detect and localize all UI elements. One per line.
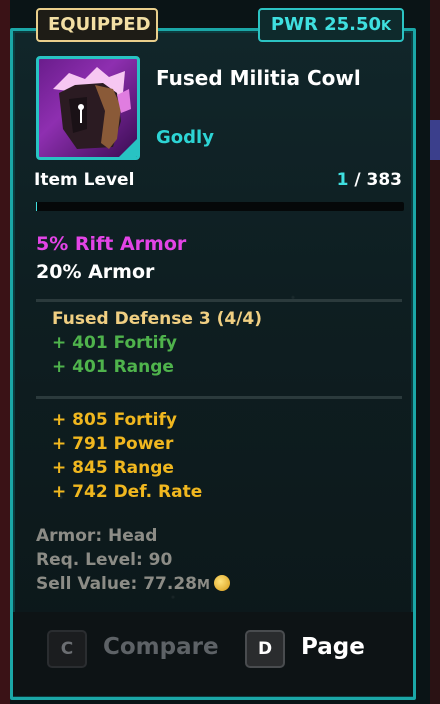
sell-value: Sell Value: 77.28M [36,574,230,594]
background-edge-right [430,0,440,704]
background-edge-left [0,0,10,704]
required-level: Req. Level: 90 [36,550,173,570]
item-level-current: 1 [336,170,349,190]
divider [36,396,402,399]
item-level-value: 1 / 383 [337,170,402,190]
rift-armor-stat: 5% Rift Armor [36,233,187,255]
icon-corner-marker [117,137,137,157]
power-badge: PWR 25.50K [258,8,404,42]
armor-slot: Armor: Head [36,526,158,546]
bonus-stat: + 845 Range [52,458,174,478]
item-level-max: / 383 [354,170,402,190]
sell-value-suffix: M [197,578,210,593]
bonus-stat: + 805 Fortify [52,410,177,430]
set-bonus-title: Fused Defense 3 (4/4) [52,309,262,329]
item-icon-frame[interactable] [36,56,140,160]
item-rarity: Godly [156,127,214,148]
page-key[interactable]: D [245,630,285,668]
page-button[interactable]: Page [301,634,365,660]
item-level-bar-fill [36,202,37,211]
power-suffix: K [381,19,392,34]
gold-coin-icon [213,575,230,591]
bonus-stat: + 742 Def. Rate [52,482,203,502]
compare-button[interactable]: Compare [103,634,219,660]
bonus-stat: + 791 Power [52,434,174,454]
set-bonus-line: + 401 Fortify [52,333,177,353]
sell-value-amount: Sell Value: 77.28 [36,574,197,594]
item-level-bar [36,202,404,211]
armor-stat: 20% Armor [36,261,155,283]
item-name: Fused Militia Cowl [156,66,361,90]
equipped-badge: EQUIPPED [36,8,158,42]
power-value: PWR 25.50 [270,14,382,35]
compare-key[interactable]: C [47,630,87,668]
item-level-label: Item Level [34,170,135,190]
background-tab [430,120,440,160]
set-bonus-line: + 401 Range [52,357,174,377]
divider [36,299,402,302]
